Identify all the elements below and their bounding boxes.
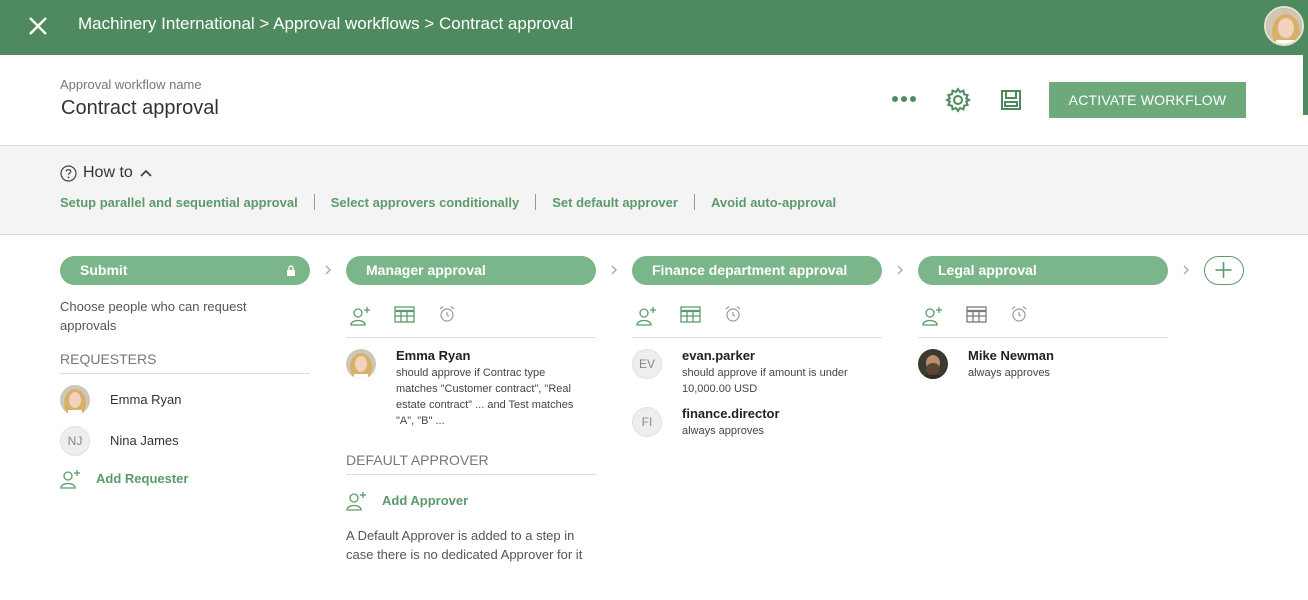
chevron-right-icon [325, 265, 331, 275]
link-default-approver[interactable]: Set default approver [552, 195, 678, 210]
step-submit[interactable]: Submit [60, 256, 310, 285]
chevron-right-icon [897, 265, 903, 275]
divider [535, 194, 537, 210]
help-icon [60, 164, 77, 182]
breadcrumb[interactable]: Machinery International > Approval workf… [78, 14, 573, 34]
approver-condition: always approves [682, 425, 764, 437]
more-icon[interactable] [890, 87, 920, 111]
alarm-clock-icon[interactable] [1010, 305, 1028, 323]
divider [346, 337, 596, 338]
requesters-heading: REQUESTERS [60, 351, 157, 367]
divider [60, 373, 310, 374]
gear-icon[interactable] [945, 87, 971, 113]
activate-workflow-button[interactable]: ACTIVATE WORKFLOW [1049, 82, 1246, 118]
add-user-icon[interactable] [350, 305, 372, 327]
chevron-right-icon [611, 265, 617, 275]
link-parallel-sequential[interactable]: Setup parallel and sequential approval [60, 195, 298, 210]
chevron-up-icon [140, 169, 152, 177]
link-select-conditionally[interactable]: Select approvers conditionally [331, 195, 520, 210]
how-to-toggle[interactable]: How to [60, 164, 153, 182]
user-avatar[interactable] [1264, 6, 1304, 46]
add-requester-button[interactable]: Add Requester [96, 471, 188, 486]
add-user-icon[interactable] [60, 468, 82, 490]
add-user-icon[interactable] [636, 305, 658, 327]
approver-condition: always approves [968, 367, 1050, 379]
how-to-panel: How to Setup parallel and sequential app… [0, 146, 1308, 235]
workflow-header: Approval workflow name Contract approval… [0, 55, 1308, 146]
avatar: NJ [60, 426, 90, 456]
workflow-name-label: Approval workflow name [60, 77, 202, 92]
plus-icon [1215, 262, 1232, 278]
divider [693, 194, 695, 210]
avatar [346, 349, 376, 379]
divider [918, 337, 1168, 338]
approver-name[interactable]: Emma Ryan [396, 348, 470, 363]
chevron-right-icon [1183, 265, 1189, 275]
scrollbar[interactable] [1303, 55, 1308, 115]
approver-condition: should approve if Contrac type matches "… [396, 367, 574, 427]
top-bar: Machinery International > Approval workf… [0, 0, 1308, 55]
approver-condition: should approve if amount is under 10,000… [682, 367, 848, 395]
avatar [918, 349, 948, 379]
avatar [60, 385, 90, 415]
alarm-clock-icon[interactable] [724, 305, 742, 323]
step-title: Legal approval [938, 262, 1037, 278]
approver-name[interactable]: Mike Newman [968, 348, 1054, 363]
divider [346, 474, 596, 475]
add-step-button[interactable] [1204, 256, 1244, 285]
add-approver-button[interactable]: Add Approver [382, 493, 468, 508]
lock-icon [287, 265, 295, 276]
step-legal-approval[interactable]: Legal approval [918, 256, 1168, 285]
approver-name[interactable]: finance.director [682, 406, 780, 421]
divider [632, 337, 882, 338]
add-user-icon[interactable] [346, 490, 368, 512]
approver-name[interactable]: evan.parker [682, 348, 755, 363]
table-icon[interactable] [680, 306, 702, 324]
step-manager-approval[interactable]: Manager approval [346, 256, 596, 285]
close-icon[interactable] [24, 12, 52, 40]
alarm-clock-icon[interactable] [438, 305, 456, 323]
default-approver-heading: DEFAULT APPROVER [346, 452, 489, 468]
add-user-icon[interactable] [922, 305, 944, 327]
link-avoid-auto-approval[interactable]: Avoid auto-approval [711, 195, 836, 210]
default-approver-note: A Default Approver is added to a step in… [346, 528, 583, 562]
requester-name[interactable]: Nina James [110, 433, 179, 448]
table-icon[interactable] [394, 306, 416, 324]
requester-name[interactable]: Emma Ryan [110, 392, 182, 407]
avatar: FI [632, 407, 662, 437]
how-to-links: Setup parallel and sequential approval S… [60, 194, 836, 210]
how-to-title: How to [83, 164, 133, 181]
submit-description: Choose people who can request approvals [60, 299, 247, 333]
table-icon[interactable] [966, 306, 988, 324]
step-title: Manager approval [366, 262, 486, 278]
avatar: EV [632, 349, 662, 379]
step-title: Finance department approval [652, 262, 848, 278]
workflow-name[interactable]: Contract approval [61, 97, 219, 120]
step-title: Submit [80, 262, 128, 278]
divider [313, 194, 315, 210]
step-finance-approval[interactable]: Finance department approval [632, 256, 882, 285]
save-icon[interactable] [999, 88, 1023, 112]
